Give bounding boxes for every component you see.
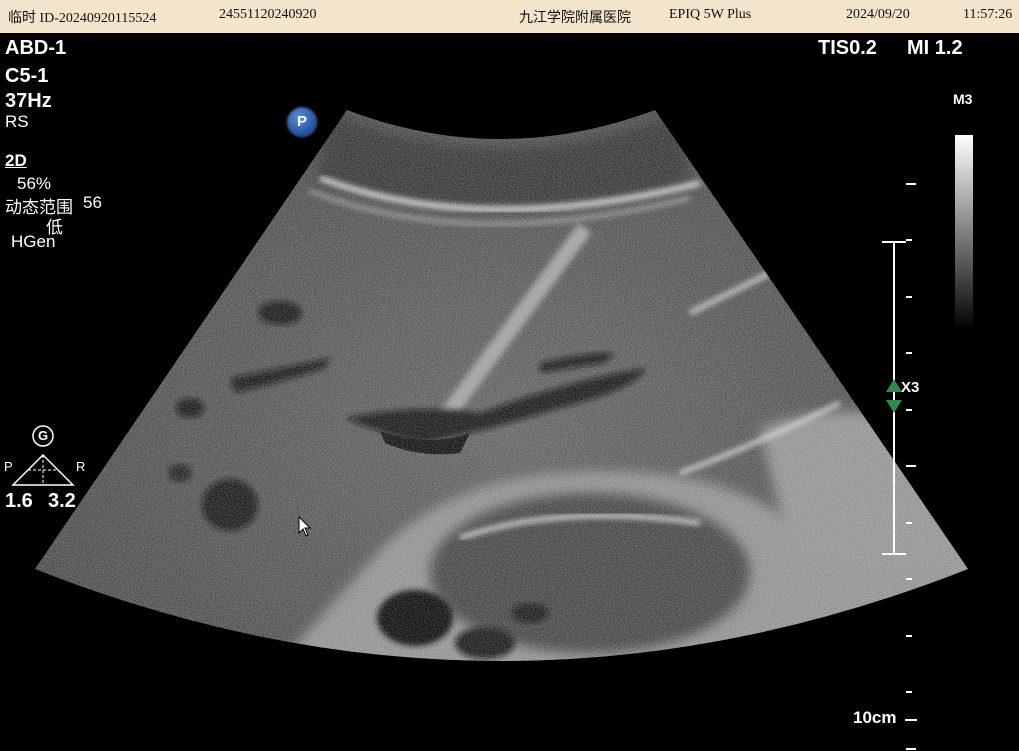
gain-value: 56% (17, 174, 52, 193)
grayscale-bar (955, 135, 973, 330)
depth-tick (906, 748, 916, 750)
depth-tick (906, 352, 912, 354)
mi-value: MI 1.2 (907, 37, 963, 59)
depth-tick (906, 691, 912, 693)
depth-tick (906, 465, 916, 467)
header-bar: 临时 ID-20240920115524 24551120240920 九江学院… (0, 0, 1019, 33)
depth-label: 10cm (853, 708, 897, 727)
orientation-p: P (4, 459, 13, 474)
mode-label: 2D (5, 151, 27, 170)
mouse-cursor-icon (298, 516, 312, 537)
depth-tick (906, 578, 912, 580)
depth-tick (906, 635, 912, 637)
orientation-r: R (76, 459, 86, 474)
focus-bottom-cap (882, 553, 906, 555)
preset-label: ABD-1 (5, 37, 67, 59)
gray-map-label: M3 (953, 91, 973, 107)
orientation-left-value: 1.6 (5, 490, 33, 512)
ultrasound-scan (35, 110, 968, 661)
depth-tick (906, 239, 912, 241)
probe-orientation-indicator: G P R (0, 423, 100, 493)
depth-tick (906, 409, 912, 411)
rs-label: RS (5, 112, 29, 131)
temp-id: 临时 ID-20240920115524 (8, 11, 157, 26)
depth-end-tick (905, 719, 917, 721)
exam-date: 2024/09/20 (846, 7, 910, 22)
depth-tick (906, 183, 916, 185)
frame-rate: 37Hz (5, 90, 52, 112)
zoom-label: X3 (901, 379, 920, 396)
hospital-name: 九江学院附属医院 (519, 11, 631, 26)
depth-tick (906, 296, 912, 298)
dynamic-range-value: 56 (83, 193, 102, 212)
system-name: EPIQ 5W Plus (669, 7, 752, 22)
accession-number: 24551120240920 (219, 7, 317, 22)
probe-label: C5-1 (5, 65, 49, 87)
focus-zone-bracket[interactable] (882, 241, 906, 556)
harmonics-label: HGen (11, 232, 56, 251)
orientation-g: G (38, 428, 49, 443)
tis-value: TIS0.2 (818, 37, 877, 59)
orientation-triangle-icon (11, 425, 75, 486)
ultrasound-image-area[interactable]: ABD-1 C5-1 37Hz RS 2D 56% 动态范围 56 低 HGen… (0, 33, 1019, 751)
exam-time: 11:57:26 (963, 7, 1013, 22)
p-badge-icon[interactable]: P (288, 108, 316, 136)
depth-tick (906, 522, 912, 524)
orientation-right-value: 3.2 (48, 490, 76, 512)
